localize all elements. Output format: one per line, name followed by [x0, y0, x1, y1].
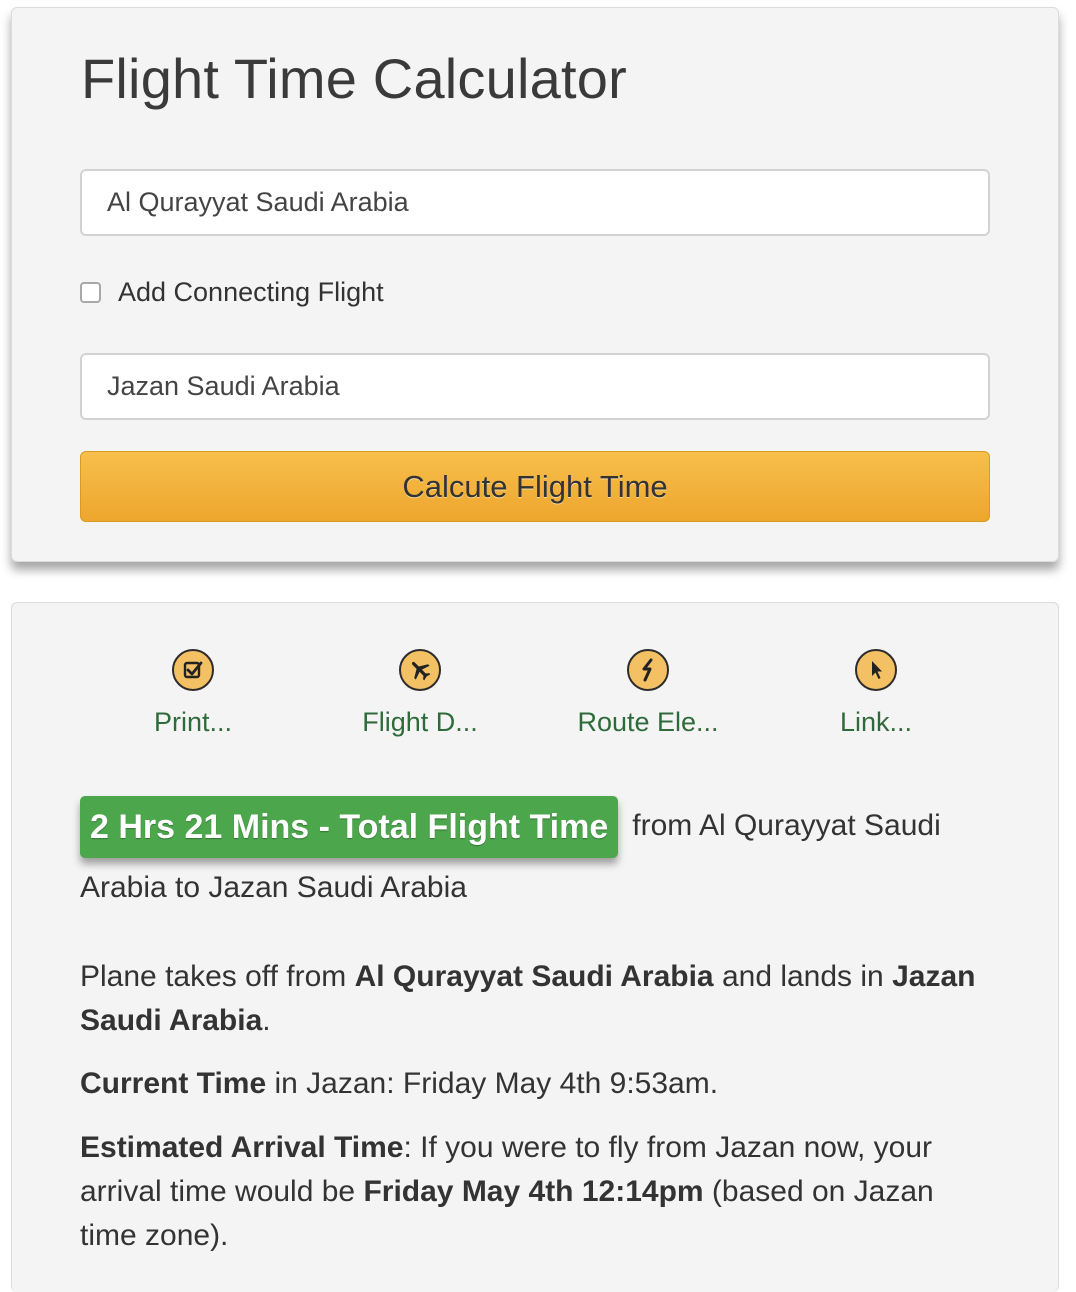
- action-route-elevation[interactable]: Route Ele...: [548, 649, 748, 738]
- lightning-icon[interactable]: [627, 649, 669, 691]
- action-route-elevation-label[interactable]: Route Ele...: [548, 707, 748, 738]
- action-link-label[interactable]: Link...: [776, 707, 976, 738]
- page-title: Flight Time Calculator: [81, 47, 627, 110]
- takeoff-middle: and lands in: [713, 960, 893, 993]
- origin-input[interactable]: [80, 169, 990, 236]
- arrival-time-paragraph: Estimated Arrival Time: If you were to f…: [80, 1126, 980, 1258]
- current-time-label: Current Time: [80, 1067, 267, 1100]
- current-time-text: in Jazan: Friday May 4th 9:53am.: [266, 1067, 719, 1100]
- calculator-panel: Flight Time Calculator Add Connecting Fl…: [11, 7, 1059, 562]
- action-flight-details[interactable]: Flight D...: [320, 649, 520, 738]
- takeoff-origin: Al Qurayyat Saudi Arabia: [354, 960, 714, 993]
- arrival-time-value: Friday May 4th 12:14pm: [363, 1175, 704, 1208]
- destination-input[interactable]: [80, 353, 990, 420]
- takeoff-suffix: .: [262, 1004, 271, 1037]
- action-link[interactable]: Link...: [776, 649, 976, 738]
- action-print-label[interactable]: Print...: [93, 707, 293, 738]
- calculate-button[interactable]: Calcute Flight Time: [80, 451, 990, 522]
- airplane-icon[interactable]: [399, 649, 441, 691]
- arrival-time-label: Estimated Arrival Time: [80, 1131, 404, 1164]
- total-flight-time-badge: 2 Hrs 21 Mins - Total Flight Time: [80, 796, 619, 858]
- connecting-flight-label[interactable]: Add Connecting Flight: [118, 277, 384, 308]
- action-flight-details-label[interactable]: Flight D...: [320, 707, 520, 738]
- action-print[interactable]: Print...: [93, 649, 293, 738]
- takeoff-prefix: Plane takes off from: [80, 960, 355, 993]
- connecting-flight-checkbox[interactable]: [80, 281, 101, 303]
- results-panel: Print... Flight D... Route Ele... Link..…: [11, 602, 1059, 1292]
- flight-time-result: 2 Hrs 21 Mins - Total Flight Time from Al…: [80, 796, 995, 918]
- connecting-flight-option[interactable]: Add Connecting Flight: [80, 274, 384, 310]
- takeoff-paragraph: Plane takes off from Al Qurayyat Saudi A…: [80, 955, 980, 1043]
- cursor-icon[interactable]: [855, 649, 897, 691]
- check-icon[interactable]: [172, 649, 214, 691]
- current-time-paragraph: Current Time in Jazan: Friday May 4th 9:…: [80, 1062, 980, 1106]
